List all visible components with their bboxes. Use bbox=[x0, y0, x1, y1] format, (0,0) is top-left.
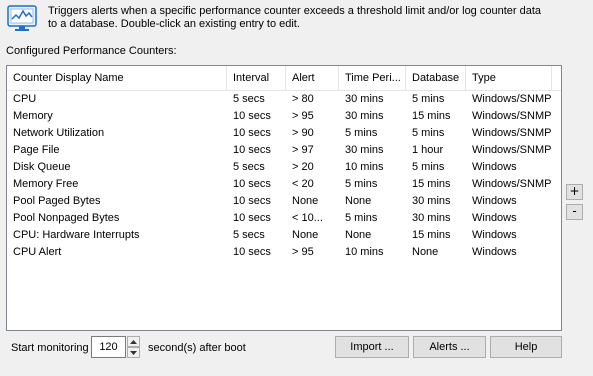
cell-type: Windows bbox=[472, 212, 517, 224]
cell-interval: 10 secs bbox=[233, 144, 271, 156]
table-row[interactable]: Page File 10 secs > 97 30 mins 1 hour Windows… bbox=[7, 142, 561, 159]
cell-counter-name: Pool Nonpaged Bytes bbox=[13, 212, 120, 224]
cell-alert: > 95 bbox=[292, 246, 314, 258]
add-button[interactable]: + bbox=[566, 184, 583, 200]
cell-alert: > 90 bbox=[292, 127, 314, 139]
description-text: Triggers alerts when a specific performa… bbox=[48, 5, 542, 30]
column-header-interval[interactable]: Interval bbox=[227, 66, 286, 90]
cell-database: 1 hour bbox=[412, 144, 444, 156]
help-button[interactable]: Help bbox=[490, 336, 562, 358]
cell-type: Windows bbox=[472, 161, 517, 173]
cell-database: 15 mins bbox=[412, 229, 451, 241]
cell-counter-name: CPU: Hardware Interrupts bbox=[13, 229, 140, 241]
start-monitoring-label: Start monitoring bbox=[11, 342, 89, 354]
cell-database: 15 mins bbox=[412, 178, 451, 190]
table-row[interactable]: Network Utilization 10 secs > 90 5 mins 5 mi… bbox=[7, 125, 561, 142]
cell-database: 15 mins bbox=[412, 110, 451, 122]
section-label: Configured Performance Counters: bbox=[6, 45, 177, 57]
cell-database: 5 mins bbox=[412, 93, 445, 105]
cell-database: 5 mins bbox=[412, 161, 445, 173]
column-header-database[interactable]: Database bbox=[406, 66, 466, 90]
cell-time-period: 10 mins bbox=[345, 246, 384, 258]
cell-time-period: 30 mins bbox=[345, 93, 384, 105]
cell-interval: 5 secs bbox=[233, 161, 265, 173]
cell-type: Windows bbox=[472, 229, 517, 241]
cell-time-period: 30 mins bbox=[345, 110, 384, 122]
import-button[interactable]: Import ... bbox=[335, 336, 409, 358]
cell-type: Windows/SNMP bbox=[472, 144, 552, 156]
table-row[interactable]: Memory Free 10 secs < 20 5 mins 15 mins Windo… bbox=[7, 176, 561, 193]
cell-counter-name: Page File bbox=[13, 144, 60, 156]
cell-time-period: 5 mins bbox=[345, 212, 378, 224]
cell-time-period: None bbox=[345, 195, 372, 207]
cell-interval: 10 secs bbox=[233, 127, 271, 139]
cell-time-period: 30 mins bbox=[345, 144, 384, 156]
table-row[interactable]: CPU 5 secs > 80 30 mins 5 mins Windows/SNMP bbox=[7, 91, 561, 108]
cell-database: 5 mins bbox=[412, 127, 445, 139]
remove-button[interactable]: - bbox=[566, 204, 583, 220]
table-row[interactable]: Pool Paged Bytes 10 secs None None 30 mins Wi… bbox=[7, 193, 561, 210]
cell-database: 30 mins bbox=[412, 212, 451, 224]
cell-interval: 10 secs bbox=[233, 110, 271, 122]
cell-interval: 10 secs bbox=[233, 212, 271, 224]
table-row[interactable]: CPU: Hardware Interrupts 5 secs None None 15… bbox=[7, 227, 561, 244]
cell-counter-name: Network Utilization bbox=[13, 127, 105, 139]
cell-type: Windows/SNMP bbox=[472, 178, 552, 190]
cell-counter-name: Pool Paged Bytes bbox=[13, 195, 101, 207]
list-header: Counter Display Name Interval Alert Time… bbox=[7, 66, 561, 91]
cell-interval: 5 secs bbox=[233, 229, 265, 241]
spin-down-arrow-icon[interactable] bbox=[127, 347, 140, 358]
cell-type: Windows bbox=[472, 195, 517, 207]
cell-interval: 10 secs bbox=[233, 178, 271, 190]
counters-list[interactable]: Counter Display Name Interval Alert Time… bbox=[6, 65, 562, 331]
cell-database: None bbox=[412, 246, 439, 258]
cell-alert: > 20 bbox=[292, 161, 314, 173]
seconds-input[interactable] bbox=[91, 336, 126, 358]
cell-interval: 10 secs bbox=[233, 246, 271, 258]
cell-counter-name: CPU Alert bbox=[13, 246, 62, 258]
cell-counter-name: Disk Queue bbox=[13, 161, 71, 173]
cell-type: Windows/SNMP bbox=[472, 93, 552, 105]
cell-alert: None bbox=[292, 195, 319, 207]
cell-alert: None bbox=[292, 229, 319, 241]
cell-time-period: 5 mins bbox=[345, 178, 378, 190]
seconds-spinner bbox=[127, 336, 140, 358]
table-row[interactable]: Memory 10 secs > 95 30 mins 15 mins Windows/S… bbox=[7, 108, 561, 125]
table-row[interactable]: CPU Alert 10 secs > 95 10 mins None Windows bbox=[7, 244, 561, 261]
cell-alert: > 80 bbox=[292, 93, 314, 105]
alerts-button[interactable]: Alerts ... bbox=[413, 336, 486, 358]
cell-counter-name: Memory bbox=[13, 110, 53, 122]
cell-time-period: None bbox=[345, 229, 372, 241]
cell-counter-name: CPU bbox=[13, 93, 37, 105]
column-header-name[interactable]: Counter Display Name bbox=[7, 66, 227, 90]
column-header-time-period[interactable]: Time Peri... bbox=[339, 66, 406, 90]
cell-database: 30 mins bbox=[412, 195, 451, 207]
cell-alert: > 95 bbox=[292, 110, 314, 122]
performance-monitor-icon bbox=[7, 4, 37, 34]
cell-counter-name: Memory Free bbox=[13, 178, 79, 190]
cell-type: Windows/SNMP bbox=[472, 127, 552, 139]
after-boot-label: second(s) after boot bbox=[148, 342, 246, 354]
cell-alert: > 97 bbox=[292, 144, 314, 156]
cell-alert: < 20 bbox=[292, 178, 314, 190]
cell-alert: < 10... bbox=[292, 212, 323, 224]
cell-type: Windows bbox=[472, 246, 517, 258]
cell-time-period: 10 mins bbox=[345, 161, 384, 173]
cell-time-period: 5 mins bbox=[345, 127, 378, 139]
list-rows: CPU 5 secs > 80 30 mins 5 mins Windows/SNMP Me… bbox=[7, 91, 561, 261]
cell-type: Windows/SNMP bbox=[472, 110, 552, 122]
cell-interval: 5 secs bbox=[233, 93, 265, 105]
spin-up-arrow-icon[interactable] bbox=[127, 336, 140, 347]
column-header-type[interactable]: Type bbox=[466, 66, 552, 90]
column-header-alert[interactable]: Alert bbox=[286, 66, 339, 90]
cell-interval: 10 secs bbox=[233, 195, 271, 207]
table-row[interactable]: Disk Queue 5 secs > 20 10 mins 5 mins Windows bbox=[7, 159, 561, 176]
table-row[interactable]: Pool Nonpaged Bytes 10 secs < 10... 5 mins 3… bbox=[7, 210, 561, 227]
